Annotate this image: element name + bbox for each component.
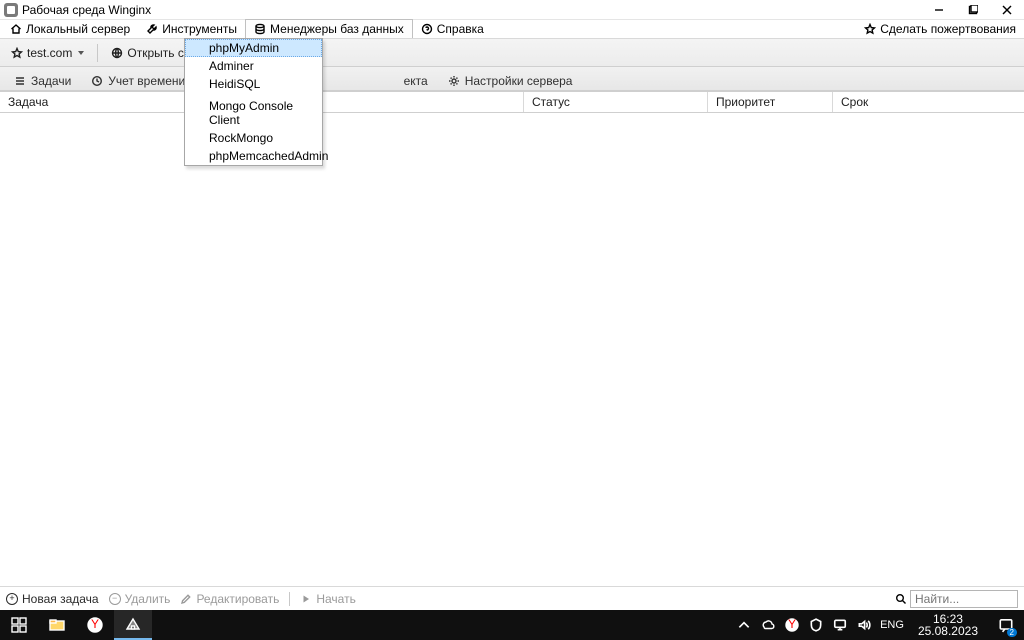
notification-badge: 2 [1007, 628, 1017, 637]
site-selector[interactable]: test.com [4, 42, 91, 64]
new-task-button[interactable]: + Новая задача [6, 592, 99, 606]
chevron-down-icon [78, 51, 84, 55]
menu-tools[interactable]: Инструменты [138, 20, 245, 38]
tray-network-icon[interactable] [832, 617, 848, 633]
site-toolbar: test.com Открыть сайт [0, 39, 1024, 67]
task-search-input[interactable] [910, 590, 1018, 608]
star-icon [864, 23, 876, 35]
tray-notifications[interactable]: 2 [992, 610, 1020, 640]
site-name: test.com [27, 46, 72, 60]
tray-onedrive-icon[interactable] [760, 617, 776, 633]
start-task-button[interactable]: Начать [300, 592, 356, 606]
dropdown-item-phpmyadmin[interactable]: phpMyAdmin [185, 39, 322, 57]
window-minimize-button[interactable] [922, 0, 956, 20]
search-icon [895, 593, 907, 605]
menu-label: Сделать пожертвования [880, 22, 1016, 36]
start-button[interactable] [0, 610, 38, 640]
tab-time-tracking[interactable]: Учет времени [81, 70, 195, 91]
taskbar-file-explorer[interactable] [38, 610, 76, 640]
toolbar-separator [97, 44, 98, 62]
menu-label: Инструменты [162, 22, 237, 36]
svg-text:Y: Y [91, 617, 99, 631]
help-icon [421, 23, 433, 35]
minus-icon: − [109, 593, 121, 605]
window-title: Рабочая среда Winginx [22, 3, 151, 17]
app-icon [4, 3, 18, 17]
menu-db-managers[interactable]: Менеджеры баз данных [245, 19, 413, 38]
window-titlebar: Рабочая среда Winginx [0, 0, 1024, 20]
tray-date: 25.08.2023 [918, 625, 978, 637]
tab-label: Задачи [31, 74, 71, 88]
tab-label: Настройки сервера [465, 74, 573, 88]
task-table-header: Задача Статус Приоритет Срок [0, 91, 1024, 113]
svg-text:Y: Y [788, 618, 796, 631]
task-search [895, 590, 1018, 608]
menu-label: Справка [437, 22, 484, 36]
tab-server-settings[interactable]: Настройки сервера [438, 70, 583, 91]
dropdown-item-phpmemcachedadmin[interactable]: phpMemcachedAdmin [185, 147, 322, 165]
button-label: Начать [316, 592, 356, 606]
dropdown-item-rockmongo[interactable]: RockMongo [185, 129, 322, 147]
dropdown-item-mongo-console[interactable]: Mongo Console Client [185, 97, 322, 129]
system-tray: Y ENG 16:23 25.08.2023 2 [736, 610, 1024, 640]
clock-icon [91, 75, 103, 87]
menu-label: Локальный сервер [26, 22, 130, 36]
plus-icon: + [6, 593, 18, 605]
project-tabs: Задачи Учет времени Доку екта Настройки … [0, 67, 1024, 91]
delete-task-button[interactable]: − Удалить [109, 592, 171, 606]
tray-yandex-icon[interactable]: Y [784, 617, 800, 633]
tab-label: Учет времени [108, 74, 185, 88]
column-header-priority[interactable]: Приоритет [708, 92, 833, 112]
windows-taskbar: Y Y ENG 16:23 25.08.2023 2 [0, 610, 1024, 640]
home-icon [10, 23, 22, 35]
button-label: Удалить [125, 592, 171, 606]
dropdown-item-heidisql[interactable]: HeidiSQL [185, 75, 322, 93]
taskbar-winginx[interactable] [114, 610, 152, 640]
menu-label: Менеджеры баз данных [270, 22, 404, 36]
button-label: Новая задача [22, 592, 99, 606]
button-label: Редактировать [196, 592, 279, 606]
task-table: Задача Статус Приоритет Срок [0, 91, 1024, 113]
play-icon [300, 593, 312, 605]
star-outline-icon [11, 47, 23, 59]
menu-donate[interactable]: Сделать пожертвования [856, 20, 1024, 38]
database-icon [254, 23, 266, 35]
list-icon [14, 75, 26, 87]
pencil-icon [180, 593, 192, 605]
tab-label: екта [404, 74, 428, 88]
taskbar-yandex-browser[interactable]: Y [76, 610, 114, 640]
menu-local-server[interactable]: Локальный сервер [2, 20, 138, 38]
wrench-icon [146, 23, 158, 35]
task-action-bar: + Новая задача − Удалить Редактировать Н… [0, 586, 1024, 610]
menu-help[interactable]: Справка [413, 20, 492, 38]
dropdown-item-adminer[interactable]: Adminer [185, 57, 322, 75]
db-managers-dropdown: phpMyAdmin Adminer HeidiSQL Mongo Consol… [184, 38, 323, 166]
window-maximize-button[interactable] [956, 0, 990, 20]
tray-volume-icon[interactable] [856, 617, 872, 633]
tray-clock[interactable]: 16:23 25.08.2023 [912, 613, 984, 637]
column-header-due[interactable]: Срок [833, 92, 1024, 112]
edit-task-button[interactable]: Редактировать [180, 592, 279, 606]
task-table-body [0, 113, 1024, 586]
tab-project-partial[interactable]: екта [394, 70, 438, 91]
column-header-status[interactable]: Статус [524, 92, 708, 112]
tab-tasks[interactable]: Задачи [4, 70, 81, 91]
globe-icon [111, 47, 123, 59]
gear-icon [448, 75, 460, 87]
menubar: Локальный сервер Инструменты Менеджеры б… [0, 20, 1024, 39]
window-close-button[interactable] [990, 0, 1024, 20]
tray-chevron-up-icon[interactable] [736, 617, 752, 633]
tray-language[interactable]: ENG [880, 619, 904, 631]
tray-defender-icon[interactable] [808, 617, 824, 633]
